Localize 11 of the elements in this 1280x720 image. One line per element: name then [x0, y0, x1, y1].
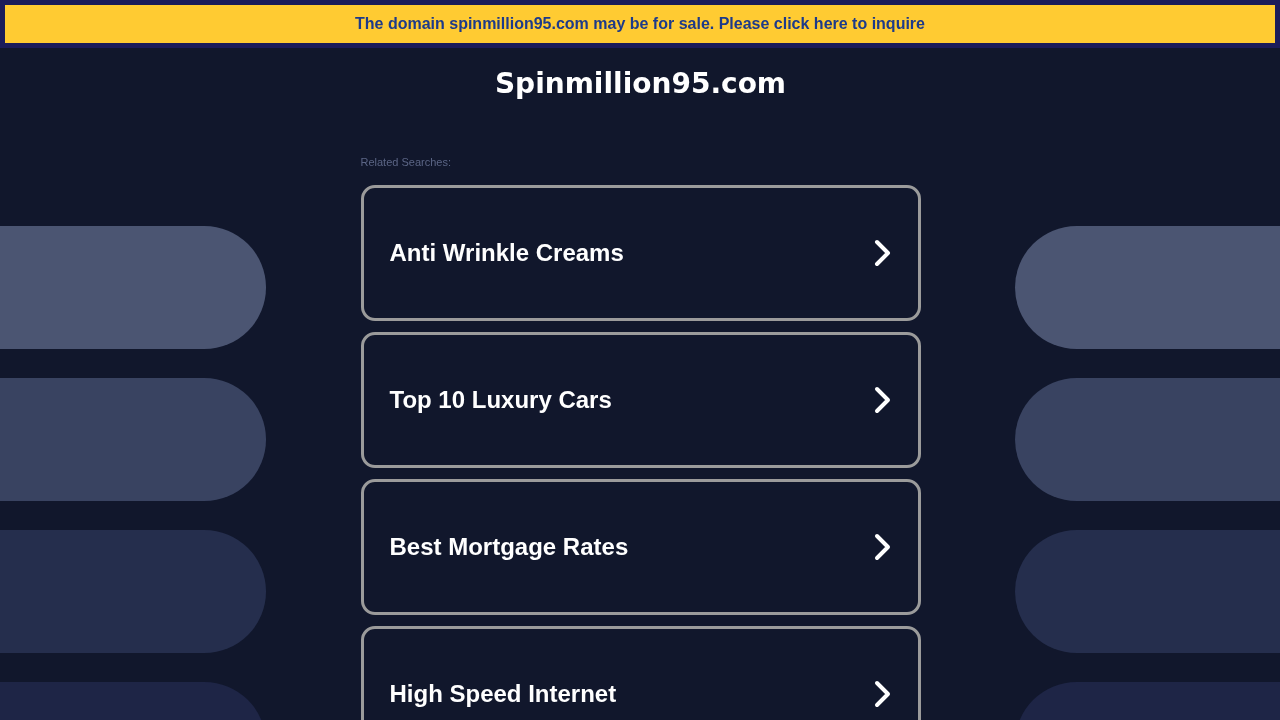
search-link-card[interactable]: Anti Wrinkle Creams [360, 185, 921, 321]
related-searches-label: Related Searches: [360, 155, 451, 169]
sale-banner-link[interactable]: The domain spinmillion95.com may be for sale. Please click here to inquire [5, 5, 1275, 43]
chevron-right-icon [873, 533, 892, 561]
chevron-right-icon [873, 386, 892, 414]
search-link-card[interactable]: Top 10 Luxury Cars [360, 332, 921, 468]
site-title: Spinmillion95.com [494, 66, 787, 102]
chevron-right-icon [873, 239, 892, 267]
chevron-right-icon [873, 680, 892, 708]
search-link-card[interactable]: Best Mortgage Rates [360, 479, 921, 615]
search-link-card[interactable]: High Speed Internet [360, 626, 921, 720]
